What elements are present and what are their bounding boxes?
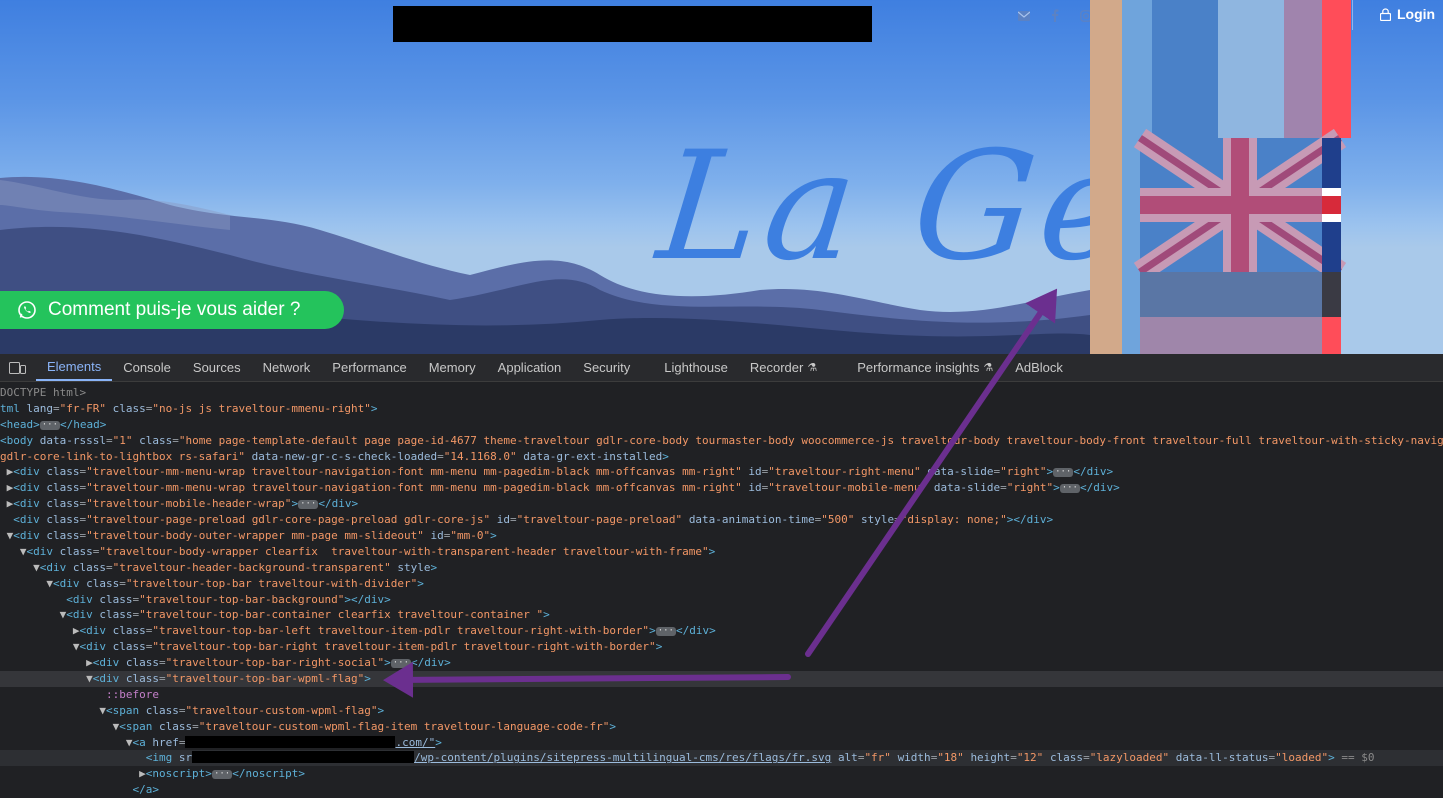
tab-application[interactable]: Application (487, 354, 573, 381)
tab-console[interactable]: Console (112, 354, 182, 381)
dom-line[interactable]: <head> ··· </head> (0, 417, 1443, 433)
lock-icon (1380, 7, 1391, 21)
dom-line[interactable]: DOCTYPE html> (0, 385, 1443, 401)
tab-performance-insights-label: Performance insights (857, 360, 980, 375)
dom-line[interactable]: ▶<div class="traveltour-mm-menu-wrap tra… (0, 480, 1443, 496)
dom-tree: DOCTYPE html> tml lang="fr-FR" class="no… (0, 382, 1443, 798)
dom-line[interactable]: ▼<div class="traveltour-top-bar-containe… (0, 607, 1443, 623)
dom-line[interactable]: </a> (0, 782, 1443, 798)
tab-network[interactable]: Network (252, 354, 322, 381)
dom-line[interactable]: ::before (0, 687, 1443, 703)
ellipsis-icon[interactable]: ··· (39, 420, 61, 430)
dom-line[interactable]: ▶<div class="traveltour-top-bar-left tra… (0, 623, 1443, 639)
top-bar-divider (1352, 0, 1353, 30)
dom-line[interactable]: ▶<noscript> ··· </noscript> (0, 766, 1443, 782)
devtools-tab-bar: Elements Console Sources Network Perform… (0, 354, 1443, 382)
dom-line[interactable]: ▼<span class="traveltour-custom-wpml-fla… (0, 703, 1443, 719)
login-label: Login (1397, 6, 1436, 22)
dom-line[interactable]: ▼<a href= .com/"> (0, 735, 1443, 751)
tab-performance-insights[interactable]: Performance insights ⚗ (846, 354, 1004, 381)
whatsapp-help-button[interactable]: Comment puis-je vous aider ? (0, 291, 344, 329)
tab-lighthouse[interactable]: Lighthouse (653, 354, 739, 381)
facebook-icon[interactable] (1047, 8, 1062, 23)
dom-line-highlighted[interactable]: ▼<div class="traveltour-top-bar-wpml-fla… (0, 671, 1443, 687)
redacted-url (192, 751, 415, 764)
device-toolbar-toggle[interactable] (0, 361, 36, 374)
tab-performance[interactable]: Performance (321, 354, 417, 381)
tab-recorder[interactable]: Recorder ⚗ (739, 354, 828, 381)
website-viewport: Login La Géor Comment puis-je vous aider… (0, 0, 1443, 354)
ellipsis-icon[interactable]: ··· (1059, 484, 1080, 494)
login-link[interactable]: Login (1380, 6, 1435, 22)
dom-line[interactable]: ▶<div class="traveltour-mobile-header-wr… (0, 496, 1443, 512)
flask-icon: ⚗ (807, 362, 818, 374)
dom-line[interactable]: ▼<div class="traveltour-header-backgroun… (0, 560, 1443, 576)
top-bar-social (1016, 8, 1093, 23)
ellipsis-icon[interactable]: ··· (655, 627, 676, 637)
dom-line-selected[interactable]: <img sr/wp-content/plugins/sitepress-mul… (0, 750, 1443, 767)
glitched-language-flags (1090, 0, 1351, 354)
tab-recorder-label: Recorder (749, 360, 804, 375)
devtools-panel: Elements Console Sources Network Perform… (0, 354, 1443, 796)
dom-line[interactable]: <div class="traveltour-top-bar-backgroun… (0, 592, 1443, 608)
dom-line[interactable]: <body data-rsssl="1" class="home page-te… (0, 433, 1443, 449)
ellipsis-icon[interactable]: ··· (211, 770, 233, 780)
redacted-title-bar (393, 6, 872, 42)
dom-line[interactable]: ▼<div class="traveltour-body-wrapper cle… (0, 544, 1443, 560)
ellipsis-icon[interactable]: ··· (1053, 468, 1074, 478)
dom-line[interactable]: <div class="traveltour-page-preload gdlr… (0, 512, 1443, 528)
dom-line[interactable]: ▼<div class="traveltour-top-bar travelto… (0, 576, 1443, 592)
tab-memory[interactable]: Memory (418, 354, 487, 381)
dom-line[interactable]: gdlr-core-link-to-lightbox rs-safari" da… (0, 449, 1443, 465)
tab-security[interactable]: Security (572, 354, 641, 381)
whatsapp-label: Comment puis-je vous aider ? (48, 299, 301, 320)
device-toggle-icon (9, 361, 26, 374)
dom-line[interactable]: tml lang="fr-FR" class="no-js js travelt… (0, 401, 1443, 417)
dom-line[interactable]: ▼<div class="traveltour-body-outer-wrapp… (0, 528, 1443, 544)
ellipsis-icon[interactable]: ··· (298, 500, 319, 510)
dom-line[interactable]: ▶<div class="traveltour-mm-menu-wrap tra… (0, 464, 1443, 480)
dom-line[interactable]: ▼<div class="traveltour-top-bar-right tr… (0, 639, 1443, 655)
dom-line[interactable]: ▼<span class="traveltour-custom-wpml-fla… (0, 719, 1443, 735)
tab-adblock[interactable]: AdBlock (1004, 354, 1074, 381)
tab-sources[interactable]: Sources (182, 354, 252, 381)
flask-icon: ⚗ (983, 362, 994, 374)
redacted-url (185, 735, 396, 748)
whatsapp-icon (18, 301, 36, 319)
ellipsis-icon[interactable]: ··· (390, 659, 412, 669)
envelope-icon[interactable] (1016, 8, 1031, 23)
dom-line[interactable]: ▶<div class="traveltour-top-bar-right-so… (0, 655, 1443, 671)
tab-elements[interactable]: Elements (36, 354, 113, 381)
